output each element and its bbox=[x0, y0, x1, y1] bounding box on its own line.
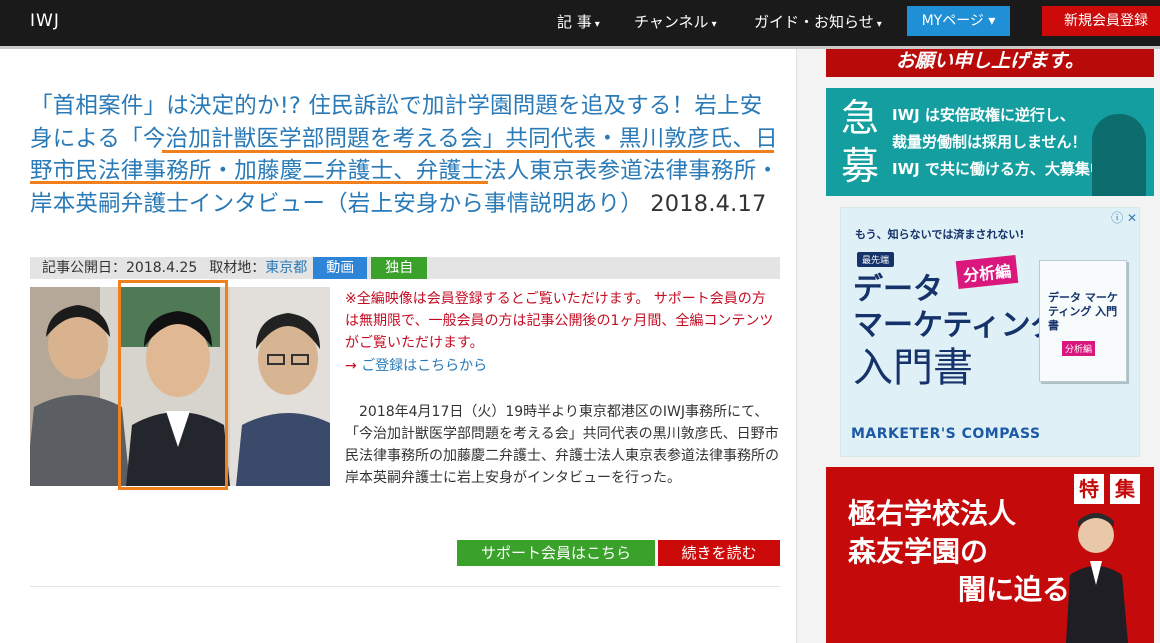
ad-title-line: マーケティング bbox=[853, 308, 1061, 343]
chevron-down-icon: ▾ bbox=[711, 19, 717, 30]
chevron-down-icon: ▾ bbox=[594, 19, 600, 30]
chevron-down-icon: ▾ bbox=[876, 19, 882, 30]
ad-brand: MARKETER'S COMPASS bbox=[851, 426, 1041, 442]
tag-video[interactable]: 動画 bbox=[313, 257, 368, 279]
recruit-line: IWJ は安倍政権に逆行し、 bbox=[892, 106, 1075, 124]
nav-item-guide[interactable]: ガイド・お知らせ ▾ bbox=[754, 11, 882, 32]
recruit-banner[interactable]: 急 募 IWJ は安倍政権に逆行し、 裁量労働制は採用しません！ IWJ で共に… bbox=[826, 88, 1154, 196]
ad-subtitle: もう、知らないでは済まされない! bbox=[855, 228, 1025, 241]
register-button[interactable]: 新規会員登録 bbox=[1042, 6, 1160, 36]
ad-title-large: 入門書 bbox=[853, 345, 973, 391]
recruit-line: 裁量労働制は採用しません！ bbox=[892, 133, 1087, 151]
member-notice: ※全編映像は会員登録するとご覧いただけます。 サポート会員の方は無期限で、一般会… bbox=[345, 291, 774, 351]
ad-book-image: データ マーケティング 入門書 分析編 bbox=[1039, 260, 1127, 382]
register-link-row: → ご登録はこちらから bbox=[345, 354, 487, 378]
politician-photo bbox=[1066, 513, 1128, 643]
recruit-silhouette-image bbox=[1092, 114, 1146, 196]
article-title-date: 2018.4.17 bbox=[642, 190, 767, 217]
highlight-frame bbox=[118, 280, 228, 490]
recruit-line: IWJ で共に働ける方、大募集中！ bbox=[892, 160, 1120, 178]
nav-item-channels[interactable]: チャンネル ▾ bbox=[634, 11, 717, 32]
tag-exclusive[interactable]: 独自 bbox=[371, 257, 428, 279]
ad-close-icon[interactable]: ⓘ ✕ bbox=[1111, 209, 1137, 226]
feature-line: 森友学園の bbox=[848, 535, 989, 568]
divider bbox=[30, 586, 780, 587]
support-member-button[interactable]: サポート会員はこちら bbox=[457, 540, 655, 566]
sidebar-banner-top[interactable]: お願い申し上げます。 bbox=[826, 49, 1154, 77]
feature-label: 集 bbox=[1110, 474, 1140, 504]
ad-book-tag: 分析編 bbox=[1062, 341, 1096, 356]
site-logo[interactable]: IWJ bbox=[30, 11, 60, 31]
recruit-kanji: 急 募 bbox=[836, 94, 884, 190]
my-page-button[interactable]: MYページ ▾ bbox=[907, 6, 1010, 36]
arrow-right-icon: → bbox=[345, 358, 362, 374]
read-more-button[interactable]: 続きを読む bbox=[658, 540, 780, 566]
top-navigation-bar: IWJ 記 事 ▾ チャンネル ▾ ガイド・お知らせ ▾ MYページ ▾ 新規会員登録 bbox=[0, 0, 1160, 46]
ad-title: データ マーケティング bbox=[853, 272, 1061, 344]
feature-label: 特 bbox=[1074, 474, 1104, 504]
highlight-underline bbox=[162, 150, 774, 153]
location-link[interactable]: 東京都 bbox=[265, 260, 307, 276]
nav-label-articles: 記 事 bbox=[557, 13, 592, 31]
nav-item-articles[interactable]: 記 事 ▾ bbox=[557, 11, 600, 32]
nav-label-channels: チャンネル bbox=[634, 13, 709, 31]
article-meta: 記事公開日：2018.4.25 取材地：東京都 動画 独自 bbox=[30, 257, 780, 279]
recruit-kanji-2: 募 bbox=[840, 144, 879, 188]
advertisement-banner[interactable]: ⓘ ✕ もう、知らないでは済まされない! 最先端 データ マーケティング 分析編… bbox=[840, 207, 1140, 457]
article-title: 「首相案件」は決定的か!? 住民訴訟で加計学園問題を追及する！岩上安身による「今… bbox=[30, 90, 780, 220]
ad-tag: 最先端 bbox=[857, 252, 895, 267]
published-date: 2018.4.25 bbox=[126, 260, 198, 276]
feature-line: 闇に迫る bbox=[958, 573, 1071, 606]
feature-line: 極右学校法人 bbox=[848, 497, 1017, 530]
register-link[interactable]: ご登録はこちらから bbox=[361, 358, 487, 374]
ad-book-title: データ マーケティング 入門書 bbox=[1048, 291, 1118, 332]
published-label: 記事公開日： bbox=[42, 260, 126, 276]
feature-text: 極右学校法人 森友学園の 闇に迫る bbox=[848, 495, 1070, 609]
nav-label-guide: ガイド・お知らせ bbox=[754, 13, 874, 31]
feature-banner[interactable]: 特 集 極右学校法人 森友学園の 闇に迫る bbox=[826, 467, 1154, 643]
recruit-text: IWJ は安倍政権に逆行し、 裁量労働制は採用しません！ IWJ で共に働ける方… bbox=[892, 102, 1120, 183]
recruit-kanji-1: 急 bbox=[840, 96, 879, 140]
highlight-underline bbox=[30, 181, 488, 184]
article-summary: 2018年4月17日（火）19時半より東京都港区のIWJ事務所にて、「今治加計獣… bbox=[345, 404, 779, 486]
location-label: 取材地： bbox=[209, 260, 266, 276]
